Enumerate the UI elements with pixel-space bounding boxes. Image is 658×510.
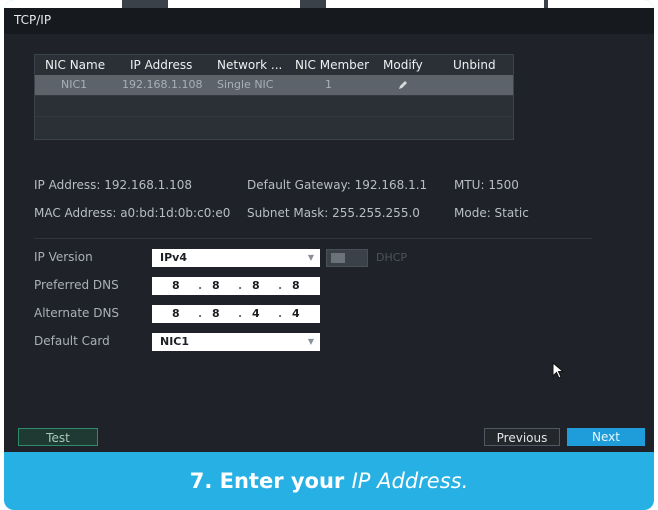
top-strip: [4, 0, 654, 8]
test-button[interactable]: Test: [18, 428, 98, 446]
section-divider: [34, 238, 592, 239]
dns-octet: 4: [252, 307, 260, 320]
step-caption: 7. Enter your IP Address.: [4, 452, 654, 510]
dhcp-toggle[interactable]: [326, 249, 368, 267]
row-nic-name: NIC1: [61, 78, 88, 91]
dhcp-label: DHCP: [376, 251, 408, 264]
window-title: TCP/IP: [14, 13, 52, 27]
dns-octet: 8: [172, 279, 180, 292]
table-row-empty: [35, 95, 513, 116]
preferred-dns-input[interactable]: 8 . 8 . 8 . 8: [152, 277, 320, 295]
col-network: Network ...: [217, 58, 283, 72]
ip-version-label: IP Version: [34, 250, 93, 264]
default-card-value: NIC1: [160, 335, 190, 348]
row-nic-member: 1: [325, 78, 332, 91]
table-row-empty: [35, 116, 513, 137]
info-subnet-mask: Subnet Mask: 255.255.255.0: [247, 206, 420, 220]
window-titlebar: TCP/IP: [4, 8, 654, 34]
col-nic-member: NIC Member: [295, 58, 370, 72]
chevron-down-icon: ▼: [307, 337, 314, 346]
dns-octet: 4: [292, 307, 300, 320]
default-card-label: Default Card: [34, 334, 110, 348]
next-button[interactable]: Next: [567, 428, 645, 446]
default-card-select[interactable]: NIC1 ▼: [152, 333, 320, 351]
alternate-dns-label: Alternate DNS: [34, 306, 120, 320]
caption-step: 7. Enter your: [189, 469, 345, 493]
col-modify: Modify: [383, 58, 423, 72]
dns-octet: 8: [212, 307, 220, 320]
alternate-dns-input[interactable]: 8 . 8 . 4 . 4: [152, 305, 320, 323]
nic-table: NIC Name IP Address Network ... NIC Memb…: [34, 54, 514, 140]
nic-table-header: NIC Name IP Address Network ... NIC Memb…: [35, 55, 513, 75]
caption-emphasis: IP Address.: [351, 469, 469, 493]
row-ip-address: 192.168.1.108: [122, 78, 203, 91]
ip-version-value: IPv4: [160, 251, 187, 264]
dns-octet: 8: [172, 307, 180, 320]
previous-button[interactable]: Previous: [484, 428, 560, 446]
tcpip-window: TCP/IP NIC Name IP Address Network ... N…: [4, 8, 654, 452]
tutorial-frame: TCP/IP NIC Name IP Address Network ... N…: [4, 0, 654, 510]
dns-octet: 8: [252, 279, 260, 292]
row-network: Single NIC: [217, 78, 274, 91]
table-row[interactable]: NIC1 192.168.1.108 Single NIC 1: [35, 75, 513, 95]
ip-version-select[interactable]: IPv4 ▼: [152, 249, 320, 267]
info-mac-address: MAC Address: a0:bd:1d:0b:c0:e0: [34, 206, 231, 220]
info-mtu: MTU: 1500: [454, 178, 519, 192]
col-nic-name: NIC Name: [45, 58, 106, 72]
chevron-down-icon: ▼: [307, 253, 314, 262]
dns-octet: 8: [212, 279, 220, 292]
info-ip-address: IP Address: 192.168.1.108: [34, 178, 193, 192]
dns-octet: 8: [292, 279, 300, 292]
pencil-icon[interactable]: [397, 79, 409, 91]
toggle-knob: [331, 253, 345, 263]
col-unbind: Unbind: [453, 58, 496, 72]
info-mode: Mode: Static: [454, 206, 529, 220]
preferred-dns-label: Preferred DNS: [34, 278, 119, 292]
mouse-cursor-icon: [552, 362, 565, 379]
col-ip-address: IP Address: [130, 58, 193, 72]
info-default-gateway: Default Gateway: 192.168.1.1: [247, 178, 428, 192]
